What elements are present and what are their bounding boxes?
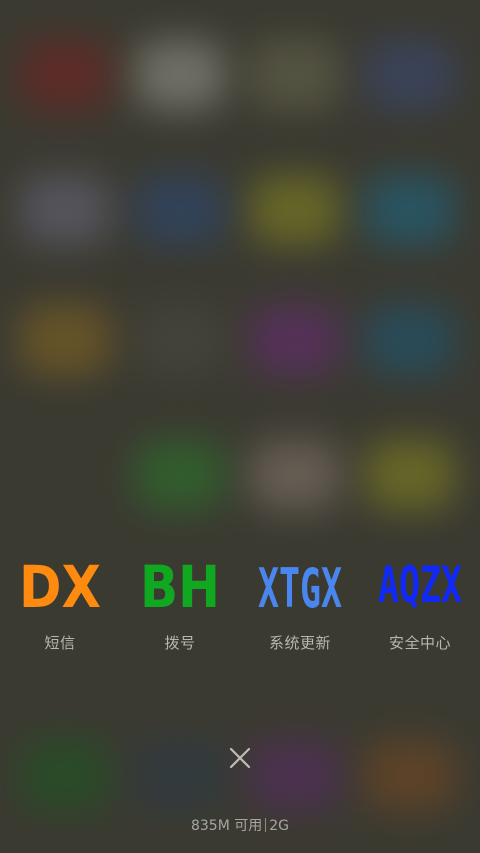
memory-total: 2G (269, 818, 290, 834)
blurred-home-background (0, 0, 480, 853)
security-center-app-icon: AQZX (378, 556, 462, 614)
sms-icon-text: DX (19, 553, 101, 614)
recent-app-security-center[interactable]: AQZX 安全中心 (360, 552, 480, 662)
close-all-button[interactable] (220, 738, 260, 778)
system-update-app-icon: XTGX (258, 557, 342, 614)
recent-app-system-update[interactable]: XTGX 系统更新 (240, 552, 360, 662)
dialer-icon-text: BH (140, 553, 220, 614)
sms-app-label: 短信 (44, 634, 76, 652)
recent-app-sms[interactable]: DX 短信 (0, 552, 120, 662)
dialer-app-icon: BH (140, 553, 220, 614)
security-center-icon-text: AQZX (378, 556, 462, 614)
memory-available: 835M 可用 (190, 818, 263, 834)
dialer-app-label: 拨号 (164, 634, 196, 652)
security-center-app-label: 安全中心 (388, 634, 451, 652)
memory-status: 835M 可用 2G (0, 815, 480, 835)
recent-apps-row: DX 短信 BH 拨号 XTGX 系统更新 AQZX 安全中心 (0, 552, 480, 662)
system-update-app-label: 系统更新 (268, 634, 331, 652)
sms-app-icon: DX (19, 553, 101, 614)
close-icon (229, 747, 251, 769)
recent-app-dialer[interactable]: BH 拨号 (120, 552, 240, 662)
recent-apps-screen: DX 短信 BH 拨号 XTGX 系统更新 AQZX 安全中心 835M 可用 … (0, 0, 480, 853)
memory-separator (265, 818, 267, 832)
system-update-icon-text: XTGX (258, 557, 342, 614)
